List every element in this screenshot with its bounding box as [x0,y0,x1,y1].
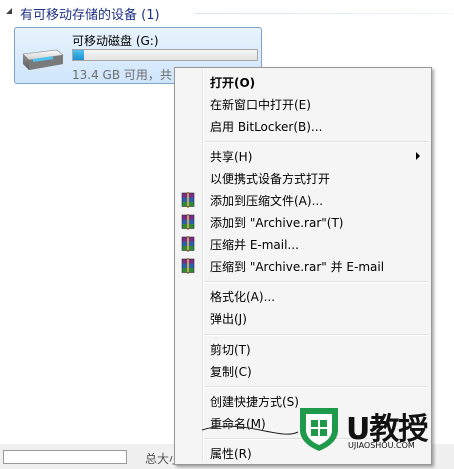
menu-item-label: 压缩并 E-mail... [210,238,299,252]
menu-item-label: 在新窗口中打开(E) [210,98,311,112]
menu-item-cut[interactable]: 剪切(T) [177,338,429,360]
menu-item-add-archive[interactable]: 添加到压缩文件(A)... [177,189,429,211]
menu-separator [205,386,428,388]
menu-item-label: 压缩到 "Archive.rar" 并 E-mail [210,260,385,274]
menu-item-label: 弹出(J) [210,312,247,326]
menu-item-label: 以便携式设备方式打开 [210,172,331,186]
menu-item-share[interactable]: 共享(H) [177,145,429,167]
menu-item-label: 属性(R) [210,447,252,461]
group-header[interactable]: 有可移动存储的设备 (1) [0,0,454,28]
group-divider [195,13,452,14]
menu-item-label: 剪切(T) [210,343,251,357]
menu-item-add-archive-rar[interactable]: 添加到 "Archive.rar"(T) [177,211,429,233]
menu-item-compress-email[interactable]: 压缩并 E-mail... [177,233,429,255]
shield-logo-icon [300,408,338,451]
menu-item-label: 格式化(A)... [210,290,276,304]
annotation-scribble [201,425,299,435]
menu-item-copy[interactable]: 复制(C) [177,360,429,382]
menu-item-eject[interactable]: 弹出(J) [177,307,429,329]
menu-item-label: 启用 BitLocker(B)... [210,120,323,134]
usb-drive-icon [22,49,64,70]
drive-usage-bar [72,49,258,61]
winrar-icon [181,192,195,208]
collapse-chevron-icon[interactable] [5,7,13,15]
winrar-icon [181,236,195,252]
menu-item-open[interactable]: 打开(O) [177,71,429,93]
menu-item-label: 打开(O) [210,76,256,90]
menu-item-label: 复制(C) [210,365,252,379]
menu-item-label: 共享(H) [210,150,253,164]
menu-item-open-portable[interactable]: 以便携式设备方式打开 [177,167,429,189]
menu-item-compress-rar-email[interactable]: 压缩到 "Archive.rar" 并 E-mail [177,255,429,277]
menu-separator [205,334,428,336]
status-capacity-bar [3,450,127,464]
menu-separator [205,281,428,283]
drive-space-info: 13.4 GB 可用，共 1 [72,68,184,82]
winrar-icon [181,214,195,230]
menu-item-label: 添加到 "Archive.rar"(T) [210,216,344,230]
menu-separator [205,141,428,143]
menu-item-open-new-window[interactable]: 在新窗口中打开(E) [177,93,429,115]
drive-name: 可移动磁盘 (G:) [72,34,159,48]
menu-item-bitlocker[interactable]: 启用 BitLocker(B)... [177,115,429,137]
menu-item-label: 创建快捷方式(S) [210,395,299,409]
drive-usage-fill [73,50,85,60]
winrar-icon [181,258,195,274]
group-title: 有可移动存储的设备 (1) [20,8,160,23]
menu-item-label: 添加到压缩文件(A)... [210,194,324,208]
watermark-url: UJIAOSHOU.COM [348,441,415,450]
watermark-logo: U教授 UJIAOSHOU.COM [292,404,444,454]
explorer-content: 有可移动存储的设备 (1) 可移动磁盘 (G:) 13.4 GB 可用，共 1 … [0,0,454,469]
submenu-arrow-icon [416,152,420,160]
menu-item-format[interactable]: 格式化(A)... [177,285,429,307]
